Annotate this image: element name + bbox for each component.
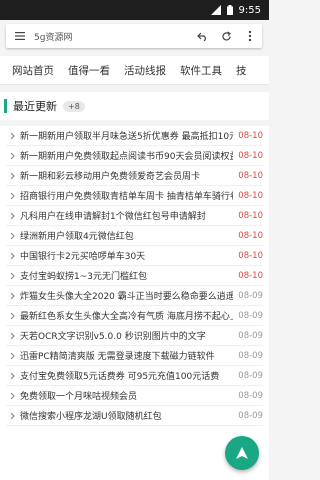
chevron-right-icon <box>6 412 18 420</box>
update-list: 新一期新用户领取半月味急送5折优惠券 最高抵扣10元 08-10 新一期新用户免费领… <box>0 126 269 480</box>
list-item-date: 08-09 <box>238 350 263 361</box>
list-item-date: 08-09 <box>238 290 263 301</box>
list-item[interactable]: 绿洲新用户领取4元微信红包 08-10 <box>6 226 263 246</box>
list-item[interactable]: 支付宝蚂蚁捞1~3元无门槛红包 08-10 <box>6 266 263 286</box>
update-count-badge: +8 <box>63 100 85 112</box>
list-item-date: 08-10 <box>238 190 263 201</box>
list-item-date: 08-10 <box>238 270 263 281</box>
tab-worth-seeing[interactable]: 值得一看 <box>61 63 117 78</box>
list-item[interactable]: 炸猫女生头像大全2020 霸斗正当时要么稳命要么逍遥 08-09 <box>6 286 263 306</box>
list-item-title[interactable]: 支付宝蚂蚁捞1~3元无门槛红包 <box>20 269 233 282</box>
list-item-date: 08-09 <box>238 330 263 341</box>
refresh-icon[interactable] <box>214 30 238 42</box>
list-item[interactable]: 迅雷PC精简清爽版 无需登录速度下载磁力链软件 08-09 <box>6 346 263 366</box>
list-item-date: 08-09 <box>238 410 263 421</box>
undo-icon[interactable] <box>190 32 214 41</box>
list-item-date: 08-10 <box>238 230 263 241</box>
list-item-date: 08-09 <box>238 370 263 381</box>
status-bar: 9:55 <box>0 0 269 20</box>
list-item-date: 08-10 <box>238 130 263 141</box>
list-item[interactable]: 新一期和彩云移动用户免费领爱奇艺会员周卡 08-10 <box>6 166 263 186</box>
status-time: 9:55 <box>238 4 261 16</box>
list-item[interactable]: 招商银行用户免费领取青桔单车周卡 抽青桔单车骑行卷 08-10 <box>6 186 263 206</box>
arrow-up-icon <box>235 446 249 460</box>
list-item-title[interactable]: 最新红色系女生头像大全高冷有气质 海底月捞不起心上人 <box>20 309 233 322</box>
list-item-title[interactable]: 新一期新用户领取半月味急送5折优惠券 最高抵扣10元 <box>20 129 233 142</box>
list-item-date: 08-09 <box>238 310 263 321</box>
list-item[interactable]: 新一期新用户领取半月味急送5折优惠券 最高抵扣10元 08-10 <box>6 126 263 146</box>
list-item[interactable]: 支付宝免费领取5元话费券 可95元充值100元话费 08-09 <box>6 366 263 386</box>
nav-tabs: 网站首页 值得一看 活动线报 软件工具 技 <box>0 56 269 85</box>
section-title: 最近更新 <box>13 100 57 113</box>
list-item[interactable]: 免费领取一个月咪咕视频会员 08-09 <box>6 386 263 406</box>
list-item[interactable]: 天若OCR文字识别v5.0.0 秒识别图片中的文字 08-09 <box>6 326 263 346</box>
menu-icon[interactable] <box>6 32 34 40</box>
list-item[interactable]: 微信搜索小程序龙湖U领取随机红包 08-09 <box>6 406 263 426</box>
list-item-title[interactable]: 天若OCR文字识别v5.0.0 秒识别图片中的文字 <box>20 329 233 342</box>
signal-icon <box>210 5 221 15</box>
chevron-right-icon <box>6 172 18 180</box>
more-icon[interactable] <box>238 30 262 42</box>
chevron-right-icon <box>6 332 18 340</box>
section-accent-bar <box>4 99 7 113</box>
list-item[interactable]: 中国银行卡2元买哈啰单车30天 08-10 <box>6 246 263 266</box>
scroll-top-button[interactable] <box>225 436 259 470</box>
tab-software-tools[interactable]: 软件工具 <box>173 63 229 78</box>
list-item-title[interactable]: 中国银行卡2元买哈啰单车30天 <box>20 249 233 262</box>
chevron-right-icon <box>6 212 18 220</box>
chevron-right-icon <box>6 232 18 240</box>
chevron-right-icon <box>6 372 18 380</box>
latest-updates-header: 最近更新 +8 <box>0 92 269 120</box>
tab-home[interactable]: 网站首页 <box>0 63 61 78</box>
address-bar: 5g资源网 <box>6 24 262 48</box>
chevron-right-icon <box>6 352 18 360</box>
chevron-right-icon <box>6 152 18 160</box>
list-item-title[interactable]: 新一期新用户免费领取起点阅读书币90天会员阅读权益 <box>20 149 233 162</box>
list-item-title[interactable]: 凡科用户在线申请解封1个微信红包号申请解封 <box>20 209 233 222</box>
list-item-date: 08-10 <box>238 210 263 221</box>
list-item[interactable]: 新一期新用户免费领取起点阅读书币90天会员阅读权益 08-10 <box>6 146 263 166</box>
list-item-title[interactable]: 免费领取一个月咪咕视频会员 <box>20 389 233 402</box>
url-field[interactable]: 5g资源网 <box>34 30 190 43</box>
chevron-right-icon <box>6 272 18 280</box>
list-item[interactable]: 凡科用户在线申请解封1个微信红包号申请解封 08-10 <box>6 206 263 226</box>
list-item-title[interactable]: 支付宝免费领取5元话费券 可95元充值100元话费 <box>20 369 233 382</box>
list-item-title[interactable]: 迅雷PC精简清爽版 无需登录速度下载磁力链软件 <box>20 349 233 362</box>
list-item-date: 08-09 <box>238 390 263 401</box>
chevron-right-icon <box>6 192 18 200</box>
tab-activity-news[interactable]: 活动线报 <box>117 63 173 78</box>
list-item-title[interactable]: 招商银行用户免费领取青桔单车周卡 抽青桔单车骑行卷 <box>20 189 233 202</box>
list-item-title[interactable]: 绿洲新用户领取4元微信红包 <box>20 229 233 242</box>
chevron-right-icon <box>6 392 18 400</box>
chevron-right-icon <box>6 132 18 140</box>
chevron-right-icon <box>6 292 18 300</box>
tab-tech[interactable]: 技 <box>229 63 254 78</box>
list-item-date: 08-10 <box>238 250 263 261</box>
list-item-title[interactable]: 新一期和彩云移动用户免费领爱奇艺会员周卡 <box>20 169 233 182</box>
battery-icon <box>226 5 233 15</box>
list-item-title[interactable]: 炸猫女生头像大全2020 霸斗正当时要么稳命要么逍遥 <box>20 289 233 302</box>
chevron-right-icon <box>6 312 18 320</box>
list-item-title[interactable]: 微信搜索小程序龙湖U领取随机红包 <box>20 409 233 422</box>
chevron-right-icon <box>6 252 18 260</box>
list-item-date: 08-10 <box>238 170 263 181</box>
list-item-date: 08-10 <box>238 150 263 161</box>
list-item[interactable]: 最新红色系女生头像大全高冷有气质 海底月捞不起心上人 08-09 <box>6 306 263 326</box>
